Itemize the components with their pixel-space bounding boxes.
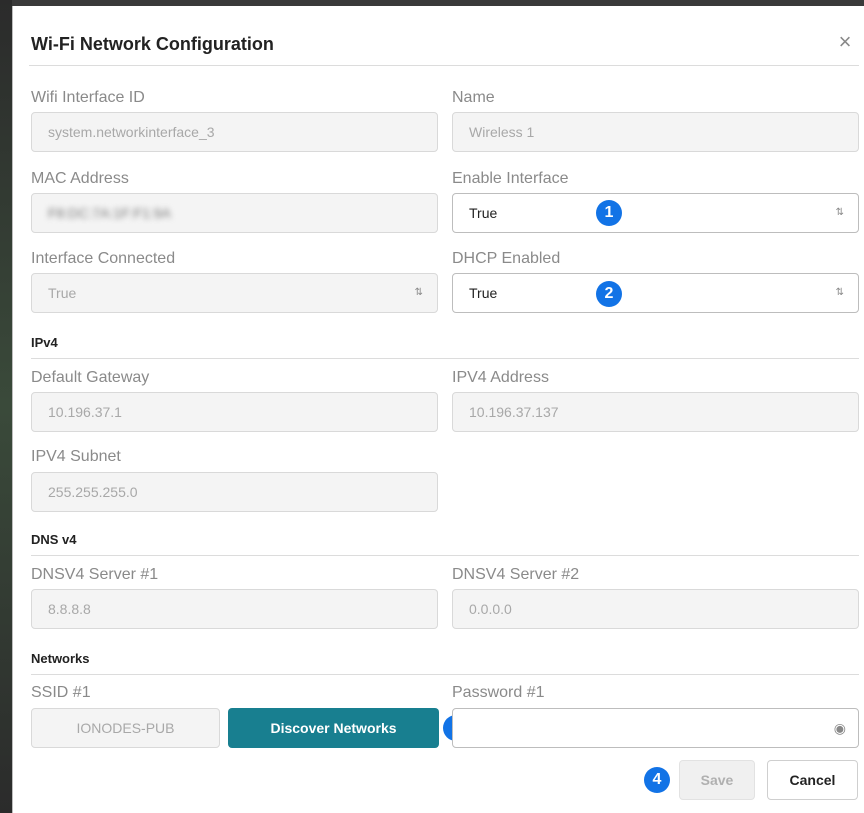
cancel-button[interactable]: Cancel <box>767 760 858 800</box>
default-gateway-field[interactable]: 10.196.37.1 <box>31 392 438 432</box>
ssid1-field[interactable]: IONODES-PUB <box>31 708 220 748</box>
dnsv4-server1-field[interactable]: 8.8.8.8 <box>31 589 438 629</box>
enable-interface-select[interactable]: True ⇅ <box>452 193 859 233</box>
dhcp-enabled-value: True <box>469 285 498 301</box>
close-icon[interactable]: × <box>831 28 859 56</box>
dns-section-title: DNS v4 <box>31 532 77 547</box>
discover-networks-button[interactable]: Discover Networks <box>228 708 439 748</box>
background-window <box>0 0 12 813</box>
dhcp-enabled-label: DHCP Enabled <box>452 250 561 267</box>
dnsv4-server2-field[interactable]: 0.0.0.0 <box>452 589 859 629</box>
section-divider <box>31 674 859 675</box>
step-badge-2: 2 <box>596 281 622 307</box>
mac-address-field[interactable]: F8:DC:7A:1F:F1:9A <box>31 193 438 233</box>
enable-interface-label: Enable Interface <box>452 170 569 187</box>
dnsv4-server2-label: DNSV4 Server #2 <box>452 566 580 583</box>
eye-icon[interactable]: ◉ <box>834 709 846 747</box>
dnsv4-server1-label: DNSV4 Server #1 <box>31 566 159 583</box>
chevron-updown-icon: ⇅ <box>835 207 844 218</box>
dialog-header: Wi-Fi Network Configuration × <box>29 6 859 66</box>
ipv4-subnet-field[interactable]: 255.255.255.0 <box>31 472 438 512</box>
password1-label: Password #1 <box>452 684 545 701</box>
dhcp-enabled-select[interactable]: True ⇅ <box>452 273 859 313</box>
ipv4-address-label: IPV4 Address <box>452 369 549 386</box>
chevron-updown-icon: ⇅ <box>414 287 423 298</box>
ipv4-section-title: IPv4 <box>31 335 58 350</box>
section-divider <box>31 358 859 359</box>
wifi-interface-id-label: Wifi Interface ID <box>31 89 145 106</box>
dialog-title: Wi-Fi Network Configuration <box>31 34 274 54</box>
mac-address-label: MAC Address <box>31 170 129 187</box>
wifi-interface-id-field[interactable]: system.networkinterface_3 <box>31 112 438 152</box>
default-gateway-label: Default Gateway <box>31 369 150 386</box>
networks-section-title: Networks <box>31 651 90 666</box>
interface-connected-select[interactable]: True ⇅ <box>31 273 438 313</box>
interface-connected-label: Interface Connected <box>31 250 176 267</box>
name-label: Name <box>452 89 495 106</box>
ssid1-label: SSID #1 <box>31 684 91 701</box>
ipv4-subnet-label: IPV4 Subnet <box>31 448 121 465</box>
name-field[interactable]: Wireless 1 <box>452 112 859 152</box>
ipv4-address-field[interactable]: 10.196.37.137 <box>452 392 859 432</box>
chevron-updown-icon: ⇅ <box>835 287 844 298</box>
step-badge-4: 4 <box>644 767 670 793</box>
mac-address-value: F8:DC:7A:1F:F1:9A <box>48 205 171 221</box>
section-divider <box>31 555 859 556</box>
step-badge-1: 1 <box>596 200 622 226</box>
enable-interface-value: True <box>469 205 498 221</box>
save-button[interactable]: Save <box>679 760 755 800</box>
interface-connected-value: True <box>48 285 77 301</box>
wifi-config-dialog: Wi-Fi Network Configuration × Wifi Inter… <box>12 6 864 813</box>
password1-field[interactable]: ◉ <box>452 708 859 748</box>
